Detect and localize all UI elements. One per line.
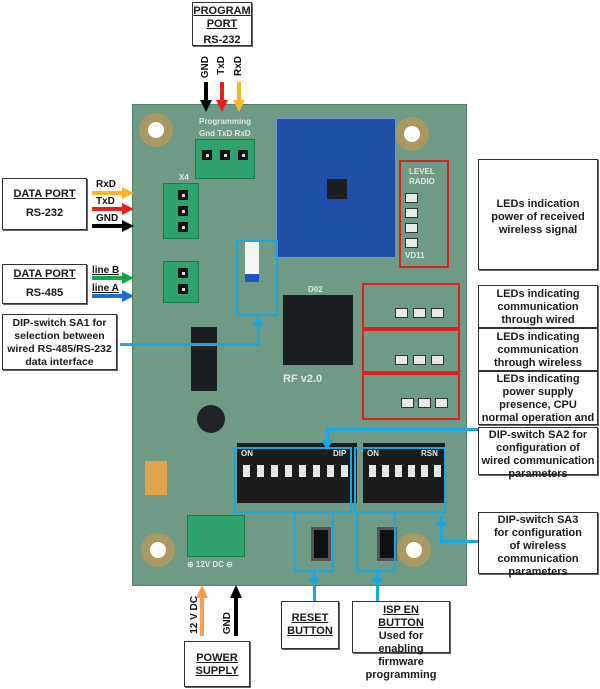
rs485-data-port-subtitle: RS-485	[25, 287, 64, 299]
power-supply-title-1: POWER	[196, 652, 238, 664]
rs485-data-port-box: DATA PORT RS-485	[2, 264, 87, 304]
sa2-note-text: DIP-switch SA2 for configuration of wire…	[481, 429, 595, 480]
sa3-arrow-head	[435, 516, 447, 526]
isp-arrow-head	[371, 572, 383, 582]
isp-button-desc: Used for enabling firmware programming	[365, 630, 437, 681]
power-12v-label: 12 V DC	[189, 596, 200, 634]
program-rxd-label: RxD	[233, 56, 244, 77]
rs232-gnd-label: GND	[96, 213, 119, 224]
sa1-note-text: DIP-switch SA1 for selection between wir…	[7, 317, 112, 368]
rs232-rxd-label: RxD	[96, 179, 117, 190]
program-txd-label: TxD	[216, 56, 227, 75]
sa3-note-box: DIP-switch SA3 for configuration of wire…	[478, 512, 598, 578]
rs232-data-port-box: DATA PORT RS-232	[2, 178, 87, 230]
power-gnd-label: GND	[222, 612, 233, 635]
program-gnd-label: GND	[200, 56, 211, 79]
rs232-txd-label: TxD	[96, 196, 115, 207]
sa2-note-box: DIP-switch SA2 for configuration of wire…	[478, 427, 598, 480]
leds-radio-note-box: LEDs indication power of received wirele…	[478, 159, 598, 270]
rs485-data-port-title: DATA PORT	[13, 268, 76, 280]
leds-radio-note-text: LEDs indication power of received wirele…	[491, 198, 585, 236]
power-supply-title-2: SUPPLY	[195, 665, 239, 677]
program-port-title-1: PROGRAM	[193, 5, 251, 17]
sa1-arrow-head	[252, 316, 264, 326]
program-gnd-arrow	[200, 82, 212, 112]
leds-wireless-note-box: LEDs indicating communication through wi…	[478, 328, 598, 382]
reset-button-box: RESET BUTTON	[281, 601, 339, 649]
rs232-data-port-subtitle: RS-232	[25, 207, 64, 219]
rs232-data-port-title: DATA PORT	[13, 188, 76, 200]
program-port-box: PROGRAM PORT RS-232	[192, 2, 252, 46]
reset-title-1: RESET	[291, 612, 329, 624]
reset-arrow-head	[308, 572, 320, 582]
sa1-note-box: DIP-switch SA1 for selection between wir…	[2, 314, 117, 370]
sa2-arrow-head	[321, 440, 333, 450]
rs485-linea-label: line A	[92, 283, 119, 294]
power-supply-box: POWER SUPPLY	[184, 641, 250, 687]
rs485-lineb-label: line B	[92, 265, 120, 276]
program-port-title-2: PORT	[206, 18, 238, 30]
leds-power-note-box: LEDs indicating power supply presence, C…	[478, 371, 598, 437]
program-rxd-arrow	[233, 82, 245, 112]
isp-button-title: ISP EN BUTTON	[378, 604, 424, 629]
isp-button-box: ISP EN BUTTON Used for enabling firmware…	[352, 601, 450, 681]
reset-title-2: BUTTON	[287, 625, 333, 637]
program-txd-arrow	[216, 82, 228, 112]
leds-wired-note-box: LEDs indicating communication through wi…	[478, 285, 598, 339]
sa3-note-text: DIP-switch SA3 for configuration of wire…	[494, 514, 582, 578]
program-port-subtitle: RS-232	[203, 34, 241, 46]
